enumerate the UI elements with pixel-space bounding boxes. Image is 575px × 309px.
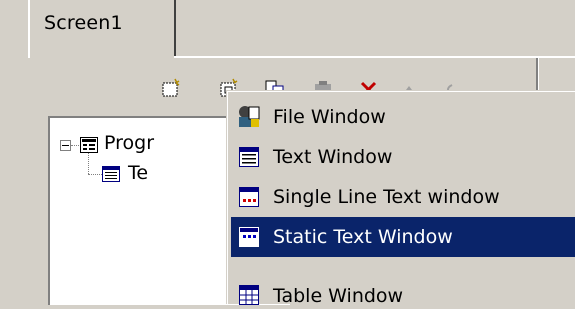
tab-label: Screen1: [44, 12, 123, 34]
insert-window-menu: File Window Text Window Single Line Text: [226, 90, 575, 307]
menu-item-table-window[interactable]: Table Window: [231, 259, 575, 307]
text-window-icon: [235, 143, 263, 171]
file-window-icon: [235, 103, 263, 131]
tree-line: [88, 152, 89, 174]
single-line-text-icon: [235, 183, 263, 211]
collapse-toggle[interactable]: [60, 140, 71, 151]
menu-item-file-window[interactable]: File Window: [231, 97, 575, 137]
menu-item-static-text-window[interactable]: Static Text Window: [231, 217, 575, 257]
tab-screen1[interactable]: Screen1: [28, 0, 176, 58]
tree-line: [88, 174, 102, 175]
menu-item-label: Text Window: [273, 146, 393, 168]
tab-strip-border: [174, 56, 575, 58]
text-window-icon: [102, 166, 120, 182]
menu-item-single-line-text-window[interactable]: Single Line Text window: [231, 177, 575, 217]
program-icon: [80, 137, 98, 153]
menu-item-text-window[interactable]: Text Window: [231, 137, 575, 177]
menu-item-label: Table Window: [273, 285, 404, 307]
table-window-icon: [235, 281, 263, 309]
static-text-icon: [235, 223, 263, 251]
new-window-icon: [162, 78, 180, 97]
new-window-button[interactable]: [160, 78, 182, 100]
menu-item-label: Single Line Text window: [273, 186, 500, 208]
tree-node-text[interactable]: Te: [128, 162, 148, 184]
tree-node-program[interactable]: Progr: [104, 132, 154, 154]
menu-item-label: File Window: [273, 106, 386, 128]
menu-item-label: Static Text Window: [273, 226, 453, 248]
tree-line: [71, 145, 79, 146]
